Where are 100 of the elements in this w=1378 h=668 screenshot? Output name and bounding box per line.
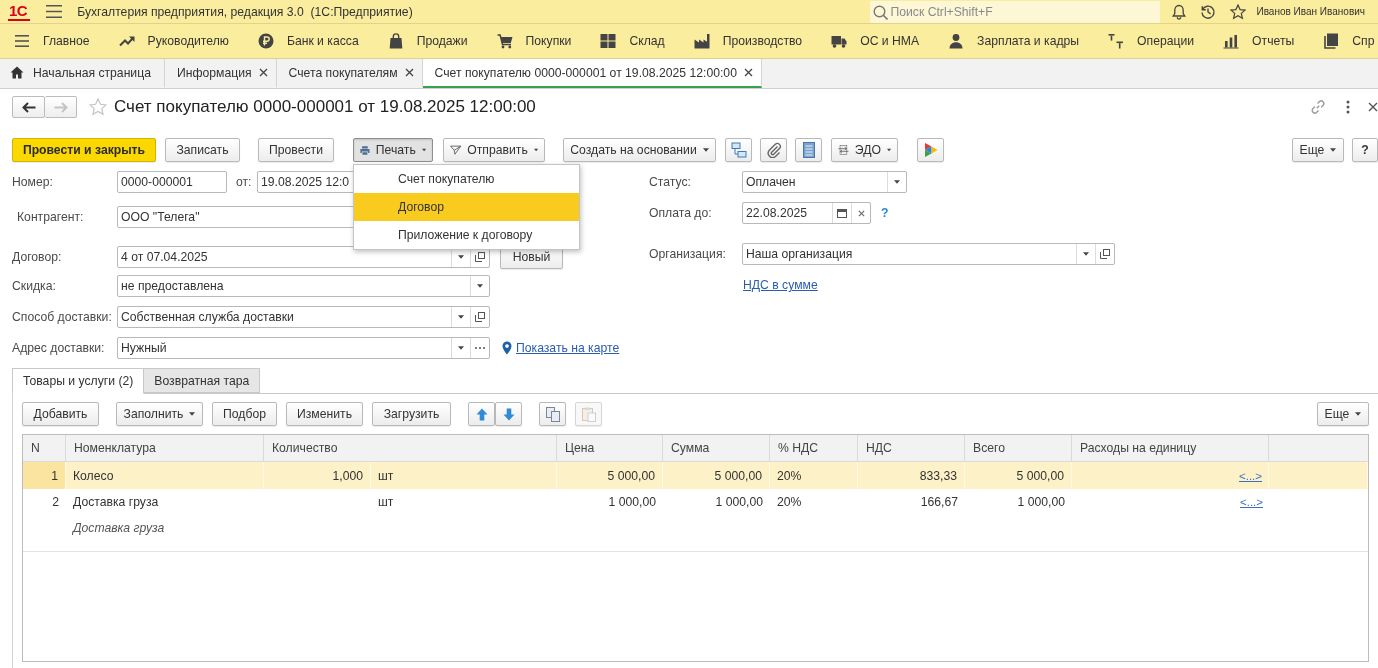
table-cell-text: 1 000,00	[714, 494, 764, 511]
caret-icon	[189, 412, 196, 416]
close-icon[interactable]	[743, 68, 753, 77]
close-icon[interactable]	[1368, 102, 1378, 112]
section-item[interactable]: Главное	[14, 33, 90, 49]
pay-by-field[interactable]: 22.08.2025	[742, 202, 871, 224]
back-button[interactable]	[12, 96, 45, 118]
column-header[interactable]: Количество	[264, 435, 557, 461]
column-header[interactable]: Сумма	[663, 435, 770, 461]
more-button[interactable]: Еще	[1292, 138, 1344, 162]
column-header[interactable]: НДС	[858, 435, 965, 461]
open-tab[interactable]: Начальная страница	[0, 59, 165, 88]
arrow-left-icon	[21, 101, 36, 113]
caret-icon	[458, 315, 464, 319]
send-button[interactable]: Отправить	[443, 138, 545, 162]
move-up-button[interactable]	[468, 402, 495, 426]
attach-button[interactable]	[760, 138, 787, 162]
menu-icon[interactable]	[46, 5, 63, 18]
add-button[interactable]: Добавить	[22, 402, 99, 426]
save-button[interactable]: Записать	[165, 138, 240, 162]
section-item[interactable]: Спр	[1323, 33, 1375, 49]
table-row[interactable]: 1 Колесо 1,000 шт 5 000,00 5 000,00 20% 833,33 5 000,00 <...>	[23, 462, 1368, 489]
post-button[interactable]: Провести	[258, 138, 334, 162]
section-item[interactable]: Банк и касса	[257, 33, 359, 49]
load-button[interactable]: Загрузить	[372, 402, 451, 426]
field-label: Статус:	[649, 175, 692, 189]
discount-field[interactable]: не предоставлена	[117, 275, 490, 297]
edit-button[interactable]: Изменить	[286, 402, 363, 426]
section-item[interactable]: Отчеты	[1223, 33, 1295, 49]
close-icon[interactable]	[404, 68, 414, 77]
print-button[interactable]: Печать	[353, 138, 433, 162]
status-field[interactable]: Оплачен	[742, 171, 907, 193]
move-down-button[interactable]	[495, 402, 522, 426]
column-header[interactable]: Номенклатура	[66, 435, 264, 461]
menu-item[interactable]: Договор	[354, 193, 579, 221]
table-row[interactable]: 2 Доставка груза шт 1 000,00 1 000,00 20% 166,67 1 000,00 <...> Доставка груза	[23, 489, 1368, 552]
column-header[interactable]: Цена	[557, 435, 663, 461]
copy-icon	[545, 406, 560, 422]
number-field[interactable]: 0000-000001	[117, 171, 227, 193]
copy-button[interactable]	[539, 402, 566, 426]
organization-field[interactable]: Наша организация	[742, 243, 1115, 265]
delivery-address-field[interactable]: Нужный	[117, 337, 490, 359]
column-header[interactable]: Всего	[965, 435, 1072, 461]
play-button[interactable]	[917, 138, 944, 162]
section-item[interactable]: Зарплата и кадры	[948, 33, 1080, 49]
table-cell-text: шт	[377, 494, 395, 511]
history-icon[interactable]	[1200, 3, 1217, 20]
field-label: Адрес доставки:	[12, 341, 106, 355]
caret-icon	[1330, 148, 1337, 152]
column-header[interactable]: N	[23, 435, 66, 461]
help-button[interactable]: ?	[1352, 138, 1378, 162]
section-item[interactable]: Покупки	[496, 33, 572, 49]
more-icon[interactable]	[1346, 100, 1350, 114]
post-and-close-button[interactable]: Провести и закрыть	[12, 138, 156, 162]
column-header[interactable]: % НДС	[770, 435, 858, 461]
tab[interactable]: Товары и услуги (2)	[12, 368, 145, 394]
form-title: Счет покупателю 0000-000001 от 19.08.2025 12:00:00	[114, 97, 536, 117]
costs-link[interactable]: <...>	[1238, 469, 1262, 482]
section-item[interactable]: Склад	[600, 33, 665, 49]
vat-link[interactable]: НДС в сумме	[743, 278, 818, 292]
open-tab[interactable]: Счета покупателям	[276, 59, 423, 88]
open-tab[interactable]: Счет покупателю 0000-000001 от 19.08.2025 12:00:00	[422, 59, 762, 88]
field-label: Договор:	[12, 250, 63, 264]
open-tab[interactable]: Информация	[164, 59, 277, 88]
edo-button[interactable]: ЭДО	[831, 138, 898, 162]
costs-link[interactable]: <...>	[1239, 496, 1263, 508]
tab[interactable]: Возвратная тара	[144, 368, 261, 393]
more-button[interactable]: Еще	[1317, 402, 1369, 426]
arrow-up-icon	[475, 407, 488, 421]
menu-icon	[14, 33, 30, 49]
create-based-on-button[interactable]: Создать на основании	[563, 138, 716, 162]
table-cell: 5 000,00	[965, 462, 1072, 489]
fill-button[interactable]: Заполнить	[116, 402, 203, 426]
section-item[interactable]: Продажи	[387, 33, 468, 49]
contract-field[interactable]: 4 от 07.04.2025	[117, 246, 490, 268]
table-cell-text: 20%	[776, 494, 803, 511]
star-icon[interactable]	[1230, 3, 1247, 20]
caret-icon	[886, 148, 891, 152]
section-item[interactable]: ОС и НМА	[831, 33, 920, 49]
map-link[interactable]: Показать на карте	[516, 341, 620, 355]
section-item[interactable]: Производство	[693, 33, 803, 49]
close-icon[interactable]	[258, 68, 268, 77]
pick-button[interactable]: Подбор	[212, 402, 277, 426]
section-item[interactable]: Операции	[1108, 33, 1195, 49]
list-button[interactable]	[795, 138, 822, 162]
field-label: Способ доставки:	[12, 310, 113, 324]
section-item[interactable]: Руководителю	[118, 33, 229, 49]
printer-icon	[360, 143, 370, 157]
caret-icon	[1083, 252, 1089, 256]
search-field[interactable]: Поиск Ctrl+Shift+F	[870, 0, 1161, 23]
structure-button[interactable]	[725, 138, 752, 162]
user-name[interactable]: Иванов Иван Иванович	[1256, 6, 1365, 17]
help-link[interactable]: ?	[881, 206, 889, 220]
delivery-method-field[interactable]: Собственная служба доставки	[117, 306, 490, 328]
link-icon[interactable]	[1310, 99, 1326, 115]
bell-icon[interactable]	[1172, 3, 1187, 20]
row-number: 1	[23, 462, 66, 489]
caret-icon	[421, 148, 426, 152]
document-icon	[802, 142, 815, 158]
column-header[interactable]: Расходы на единицу	[1072, 435, 1269, 461]
